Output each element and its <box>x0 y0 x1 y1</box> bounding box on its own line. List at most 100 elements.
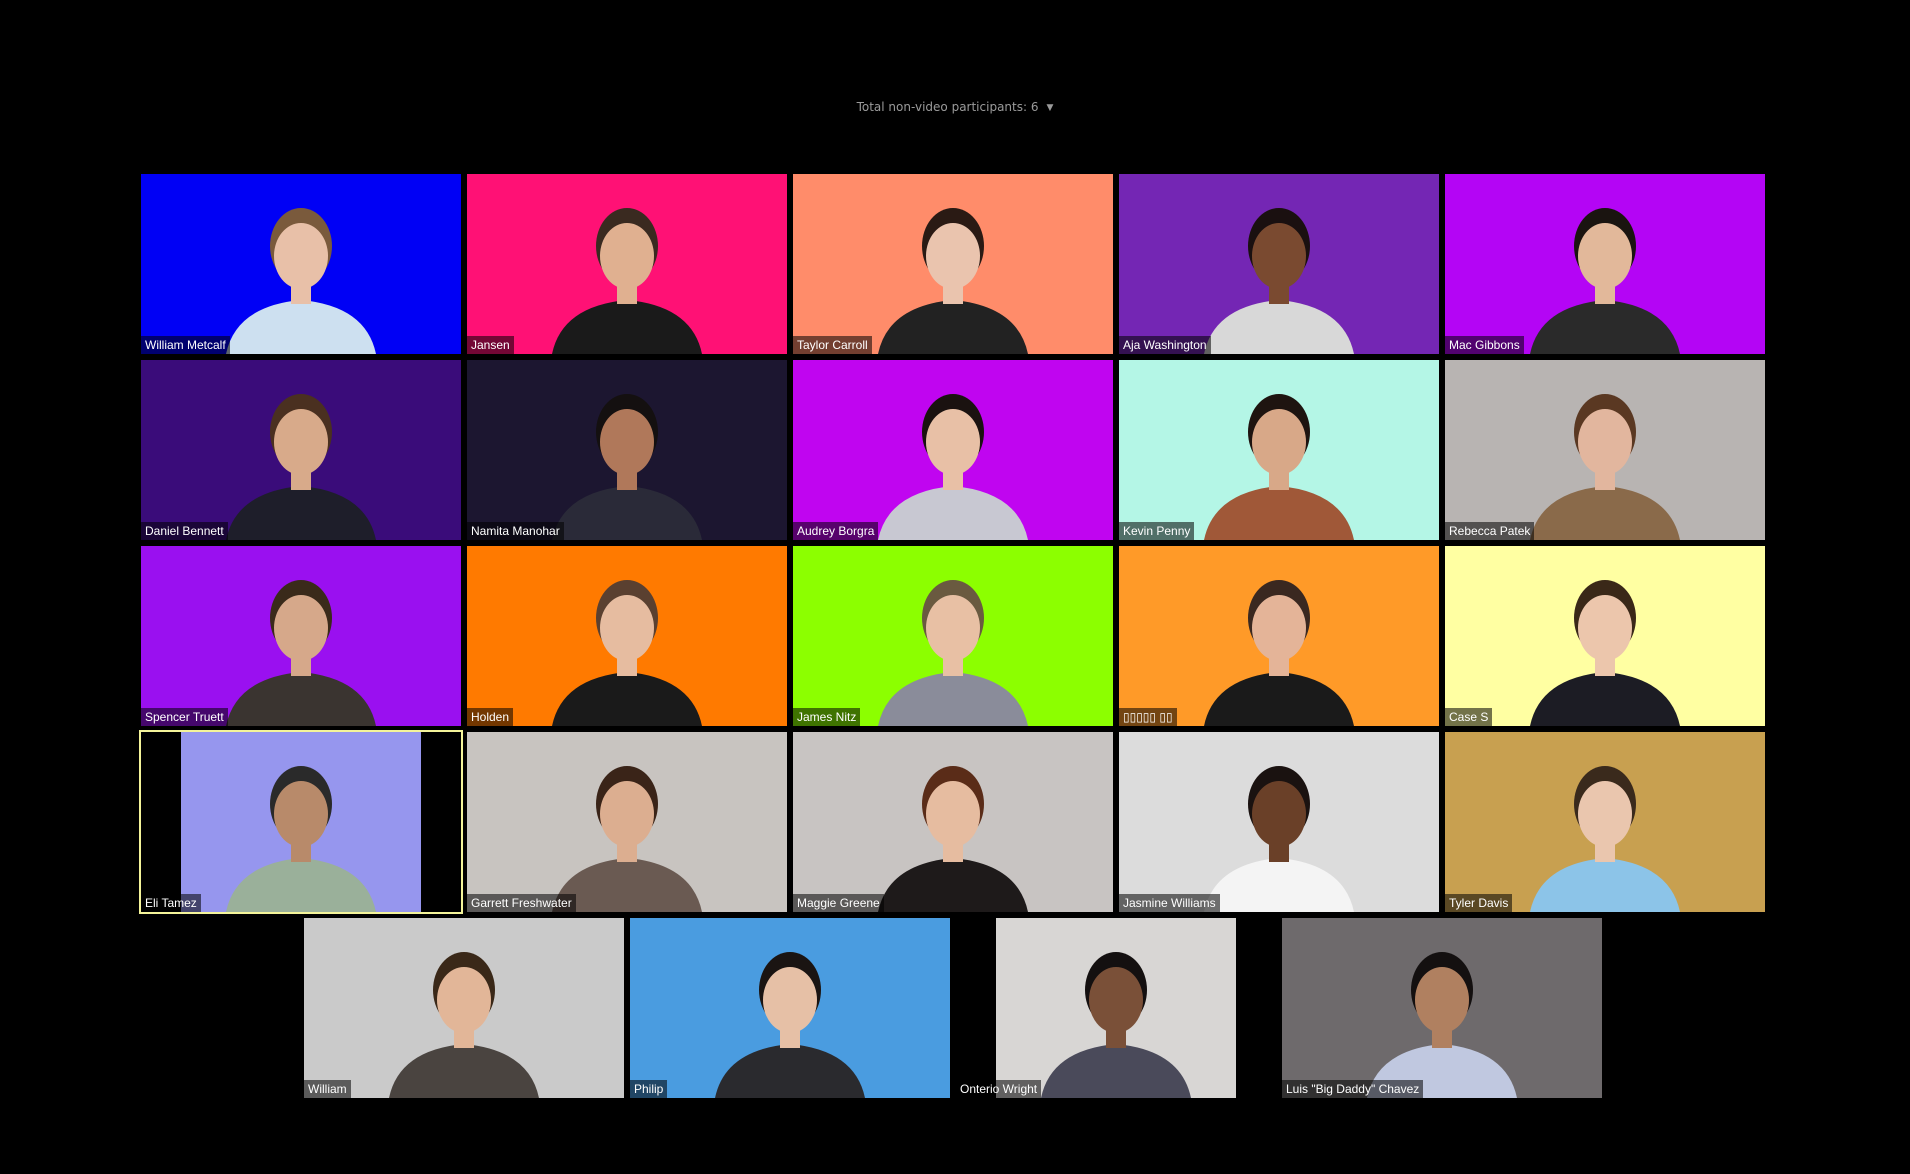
participant-face <box>274 409 328 475</box>
video-tile[interactable]: William <box>304 918 624 1098</box>
participant-name-label: Maggie Greene <box>793 894 884 912</box>
gallery-row: Spencer Truett Holden James Nitz ▯▯▯▯▯ ▯… <box>141 546 1765 726</box>
participant-face <box>926 223 980 289</box>
participant-face <box>274 781 328 847</box>
video-tile[interactable]: Jansen <box>467 174 787 354</box>
video-tile[interactable]: Philip <box>630 918 950 1098</box>
non-video-participants-bar: Total non-video participants: 6 ▼ <box>0 100 1910 114</box>
participant-video <box>793 732 1113 912</box>
participant-video <box>1445 360 1765 540</box>
video-tile[interactable]: Garrett Freshwater <box>467 732 787 912</box>
video-tile[interactable]: Aja Washington <box>1119 174 1439 354</box>
participant-face <box>1252 781 1306 847</box>
video-tile[interactable]: William Metcalf <box>141 174 461 354</box>
participant-video <box>1119 360 1439 540</box>
video-tile[interactable]: Namita Manohar <box>467 360 787 540</box>
participant-face <box>1578 595 1632 661</box>
participant-face <box>1252 595 1306 661</box>
video-tile[interactable]: Daniel Bennett <box>141 360 461 540</box>
participant-video <box>304 918 624 1098</box>
gallery-row: William Metcalf Jansen Taylor Carroll Aj… <box>141 174 1765 354</box>
participant-face <box>274 595 328 661</box>
participant-video <box>141 174 461 354</box>
video-tile[interactable]: Case S <box>1445 546 1765 726</box>
participant-name-label: Luis "Big Daddy" Chavez <box>1282 1080 1424 1098</box>
participant-face <box>926 595 980 661</box>
participant-name-label: Philip <box>630 1080 668 1098</box>
letterbox-bar <box>421 732 461 912</box>
video-tile[interactable]: Tyler Davis <box>1445 732 1765 912</box>
participant-video <box>467 174 787 354</box>
participant-face <box>1089 967 1143 1033</box>
video-tile-active-speaker[interactable]: Eli Tamez <box>139 730 463 914</box>
video-tile[interactable]: Mac Gibbons <box>1445 174 1765 354</box>
participant-video <box>1445 732 1765 912</box>
letterbox-bar <box>1236 918 1276 1098</box>
participant-face <box>1415 967 1469 1033</box>
video-tile[interactable]: Audrey Borgra <box>793 360 1113 540</box>
video-tile[interactable]: Holden <box>467 546 787 726</box>
video-tile[interactable]: Taylor Carroll <box>793 174 1113 354</box>
video-tile[interactable]: Luis "Big Daddy" Chavez <box>1282 918 1602 1098</box>
participant-face <box>926 409 980 475</box>
participant-video <box>1445 546 1765 726</box>
participant-face <box>600 781 654 847</box>
participant-name-label: William <box>304 1080 351 1098</box>
video-tile[interactable]: ▯▯▯▯▯ ▯▯ <box>1119 546 1439 726</box>
participant-name-label: ▯▯▯▯▯ ▯▯ <box>1119 708 1177 726</box>
participant-name-label: Onterio Wright <box>956 1080 1042 1098</box>
participant-face <box>1578 781 1632 847</box>
participant-video <box>141 360 461 540</box>
video-tile[interactable]: Jasmine Williams <box>1119 732 1439 912</box>
participant-video <box>141 546 461 726</box>
participant-face <box>926 781 980 847</box>
participant-video <box>630 918 950 1098</box>
participant-face <box>1578 223 1632 289</box>
gallery-row: William Philip Onterio Wright Luis "Big … <box>304 918 1602 1098</box>
video-tile[interactable]: James Nitz <box>793 546 1113 726</box>
participant-name-label: Mac Gibbons <box>1445 336 1524 354</box>
participant-video <box>467 360 787 540</box>
video-tile[interactable]: Maggie Greene <box>793 732 1113 912</box>
participant-video <box>1445 174 1765 354</box>
participant-name-label: Spencer Truett <box>141 708 228 726</box>
participant-face <box>600 595 654 661</box>
participant-video <box>1119 174 1439 354</box>
video-tile[interactable]: Spencer Truett <box>141 546 461 726</box>
participant-video <box>1119 732 1439 912</box>
participant-name-label: Taylor Carroll <box>793 336 872 354</box>
non-video-participants-label: Total non-video participants: 6 <box>856 100 1039 114</box>
participant-name-label: Kevin Penny <box>1119 522 1195 540</box>
gallery-row: Eli Tamez Garrett Freshwater Maggie Gree… <box>139 730 1765 914</box>
participant-video <box>467 732 787 912</box>
participant-face <box>1578 409 1632 475</box>
participant-video <box>467 546 787 726</box>
participant-name-label: Holden <box>467 708 514 726</box>
participant-name-label: Tyler Davis <box>1445 894 1513 912</box>
participant-name-label: Rebecca Patek <box>1445 522 1535 540</box>
participant-video <box>1119 546 1439 726</box>
video-tile[interactable]: Rebecca Patek <box>1445 360 1765 540</box>
participant-video <box>1282 918 1602 1098</box>
letterbox-bar <box>956 918 996 1098</box>
participant-name-label: Audrey Borgra <box>793 522 879 540</box>
participant-face <box>1252 409 1306 475</box>
participant-video <box>141 732 461 912</box>
letterbox-bar <box>141 732 181 912</box>
participant-name-label: James Nitz <box>793 708 861 726</box>
participant-name-label: Jasmine Williams <box>1119 894 1220 912</box>
participant-name-label: William Metcalf <box>141 336 230 354</box>
participant-name-label: Case S <box>1445 708 1493 726</box>
chevron-down-icon[interactable]: ▼ <box>1046 103 1053 113</box>
participant-name-label: Jansen <box>467 336 514 354</box>
participant-face <box>600 223 654 289</box>
gallery-row: Daniel Bennett Namita Manohar Audrey Bor… <box>141 360 1765 540</box>
video-tile[interactable]: Onterio Wright <box>956 918 1276 1098</box>
participant-face <box>600 409 654 475</box>
participant-face <box>274 223 328 289</box>
participant-video <box>793 360 1113 540</box>
participant-face <box>763 967 817 1033</box>
participant-face <box>1252 223 1306 289</box>
video-tile[interactable]: Kevin Penny <box>1119 360 1439 540</box>
participant-video <box>793 174 1113 354</box>
